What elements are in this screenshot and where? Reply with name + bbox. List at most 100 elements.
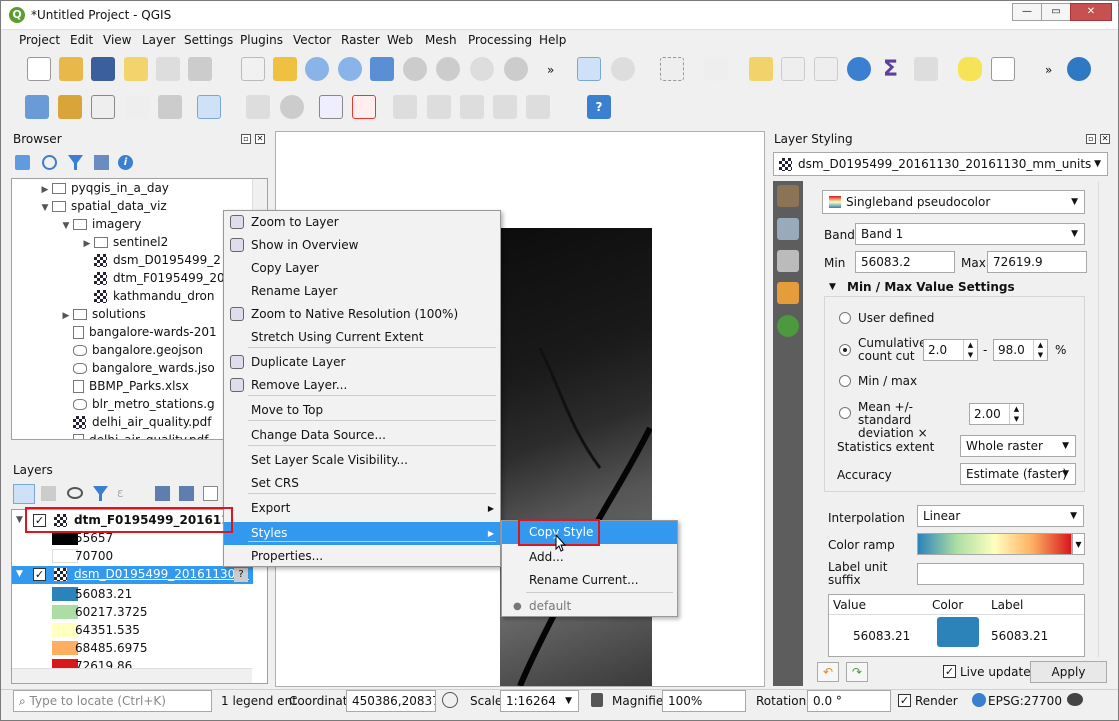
measure-icon[interactable] bbox=[914, 57, 938, 81]
history-tab-icon[interactable] bbox=[777, 315, 799, 337]
browser-item[interactable]: ▶ sentinel2 bbox=[12, 235, 169, 253]
spin-down-icon[interactable]: ▼ bbox=[1033, 350, 1047, 360]
locate-input[interactable]: ⌕ Type to locate (Ctrl+K) bbox=[13, 690, 212, 712]
layer-name-dsm[interactable]: dsm_D0195499_20161130_2 bbox=[74, 567, 249, 581]
apply-button[interactable]: Apply bbox=[1030, 661, 1107, 683]
zoom-last-icon[interactable] bbox=[504, 57, 528, 81]
menu-edit[interactable]: Edit bbox=[70, 33, 93, 47]
menu-item-copy-layer[interactable]: Copy Layer bbox=[224, 257, 500, 280]
field-calculator-icon[interactable] bbox=[814, 57, 838, 81]
styling-scrollbar[interactable] bbox=[1098, 181, 1111, 657]
collapse-all-layers-icon[interactable] bbox=[179, 486, 194, 501]
layer-visibility-checkbox[interactable]: ✓ bbox=[33, 568, 46, 581]
label-suffix-input[interactable] bbox=[917, 563, 1084, 585]
menu-item-remove-layer[interactable]: Remove Layer... bbox=[224, 374, 500, 397]
menu-item-zoom-to-native-resolution-100[interactable]: Zoom to Native Resolution (100%) bbox=[224, 303, 500, 326]
expand-caret-icon[interactable]: ▼ bbox=[59, 221, 73, 231]
text-annotation-icon[interactable] bbox=[991, 57, 1015, 81]
label-pin-icon[interactable] bbox=[280, 95, 304, 119]
zoom-native-icon[interactable] bbox=[470, 57, 494, 81]
expand-caret-icon[interactable]: ▶ bbox=[80, 239, 94, 249]
add-vector-layer-icon[interactable] bbox=[91, 95, 115, 119]
color-ramp-dropdown[interactable]: ▼ bbox=[1072, 533, 1085, 555]
zoom-to-layer-icon[interactable] bbox=[436, 57, 460, 81]
symbology-tab-icon[interactable] bbox=[777, 185, 799, 207]
live-update-checkbox[interactable]: ✓ bbox=[943, 665, 956, 678]
add-group-icon[interactable] bbox=[41, 486, 56, 501]
help-icon[interactable]: ? bbox=[587, 95, 611, 119]
expand-caret-icon[interactable]: ▶ bbox=[38, 185, 52, 195]
layout-manager-icon[interactable] bbox=[156, 57, 180, 81]
filter-icon[interactable] bbox=[68, 155, 83, 170]
zoom-out-icon[interactable] bbox=[338, 57, 362, 81]
float-panel-icon[interactable]: ▫ bbox=[1086, 134, 1096, 144]
layer-expand-caret-icon[interactable]: ▼ bbox=[16, 515, 23, 525]
scale-select[interactable]: 1:16264 ▼ bbox=[500, 690, 579, 712]
browser-item[interactable]: dtm_F0195499_20 bbox=[12, 271, 225, 289]
undo-icon[interactable]: ↶ bbox=[817, 662, 839, 682]
pan-to-selection-icon[interactable] bbox=[273, 57, 297, 81]
float-panel-icon[interactable]: ▫ bbox=[241, 134, 251, 144]
row-color-swatch[interactable] bbox=[937, 617, 979, 647]
layer-expand-caret-icon[interactable]: ▼ bbox=[16, 569, 23, 579]
vertex-tool-icon[interactable] bbox=[197, 95, 221, 119]
color-ramp-button[interactable] bbox=[917, 533, 1072, 555]
lock-scale-icon[interactable] bbox=[591, 693, 603, 707]
submenu-item-rename-current[interactable]: Rename Current... bbox=[502, 569, 677, 592]
label-tool-icon[interactable] bbox=[246, 95, 270, 119]
refresh-icon[interactable] bbox=[42, 155, 57, 170]
expand-all-icon[interactable] bbox=[155, 486, 170, 501]
menu-plugins[interactable]: Plugins bbox=[240, 33, 283, 47]
menu-item-set-crs[interactable]: Set CRS bbox=[224, 472, 500, 495]
data-source-manager-icon[interactable] bbox=[25, 95, 49, 119]
collapse-all-icon[interactable] bbox=[94, 155, 109, 170]
browser-item[interactable]: ▼ spatial_data_viz bbox=[12, 199, 167, 217]
browser-item[interactable]: delhi_air_quality.pdf bbox=[12, 433, 209, 439]
cumulative-high-spinbox[interactable]: 98.0 ▲ ▼ bbox=[993, 339, 1048, 361]
browser-item[interactable]: ▶ solutions bbox=[12, 307, 146, 325]
layers-hscrollbar[interactable] bbox=[12, 668, 252, 683]
rotation-input[interactable]: 0.0 ° bbox=[807, 690, 891, 712]
menu-item-stretch-using-current-extent[interactable]: Stretch Using Current Extent bbox=[224, 326, 500, 349]
row-value[interactable]: 56083.21 bbox=[853, 629, 910, 643]
close-panel-icon[interactable]: ✕ bbox=[255, 134, 265, 144]
browser-item[interactable]: BBMP_Parks.xlsx bbox=[12, 379, 189, 397]
new-geopackage-icon[interactable] bbox=[58, 95, 82, 119]
zoom-to-selection-icon[interactable] bbox=[403, 57, 427, 81]
submenu-item-add[interactable]: Add... bbox=[502, 546, 677, 569]
processing-toolbox-icon[interactable] bbox=[847, 57, 871, 81]
zoom-in-icon[interactable] bbox=[305, 57, 329, 81]
menu-processing[interactable]: Processing bbox=[468, 33, 532, 47]
remove-layer-icon[interactable] bbox=[203, 486, 218, 501]
styling-layer-select[interactable]: dsm_D0195499_20161130_20161130_mm_units … bbox=[773, 152, 1108, 176]
attribute-table-icon[interactable] bbox=[781, 57, 805, 81]
menu-item-move-to-top[interactable]: Move to Top bbox=[224, 399, 500, 422]
browser-item[interactable]: delhi_air_quality.pdf bbox=[12, 415, 212, 433]
label-rotate-icon[interactable] bbox=[427, 95, 451, 119]
deselect-icon[interactable] bbox=[749, 57, 773, 81]
crs-label[interactable]: EPSG:27700 bbox=[988, 694, 1062, 708]
pan-icon[interactable] bbox=[241, 57, 265, 81]
menu-help[interactable]: Help bbox=[539, 33, 566, 47]
menu-layer[interactable]: Layer bbox=[142, 33, 175, 47]
minimize-button[interactable]: — bbox=[1012, 3, 1042, 21]
cumulative-radio[interactable] bbox=[839, 344, 851, 356]
std-dev-spinbox[interactable]: 2.00 ▲ ▼ bbox=[969, 403, 1024, 425]
menu-settings[interactable]: Settings bbox=[184, 33, 233, 47]
render-checkbox[interactable]: ✓ bbox=[898, 694, 911, 707]
submenu-item-default[interactable]: default ● bbox=[502, 595, 677, 618]
label-move-icon[interactable] bbox=[393, 95, 417, 119]
menu-item-duplicate-layer[interactable]: Duplicate Layer bbox=[224, 351, 500, 374]
style-manager-icon[interactable] bbox=[188, 57, 212, 81]
new-print-layout-icon[interactable] bbox=[124, 57, 148, 81]
open-project-icon[interactable] bbox=[59, 57, 83, 81]
filter-legend-icon[interactable] bbox=[93, 486, 108, 501]
menu-view[interactable]: View bbox=[103, 33, 131, 47]
identify-features-icon[interactable] bbox=[577, 57, 601, 81]
min-max-radio[interactable] bbox=[839, 375, 851, 387]
expand-caret-icon[interactable]: ▼ bbox=[38, 203, 52, 213]
browser-item[interactable]: bangalore_wards.jso bbox=[12, 361, 215, 379]
digitize-icon[interactable] bbox=[125, 95, 149, 119]
spin-up-icon[interactable]: ▲ bbox=[1009, 404, 1023, 414]
select-by-value-icon[interactable] bbox=[704, 57, 728, 81]
